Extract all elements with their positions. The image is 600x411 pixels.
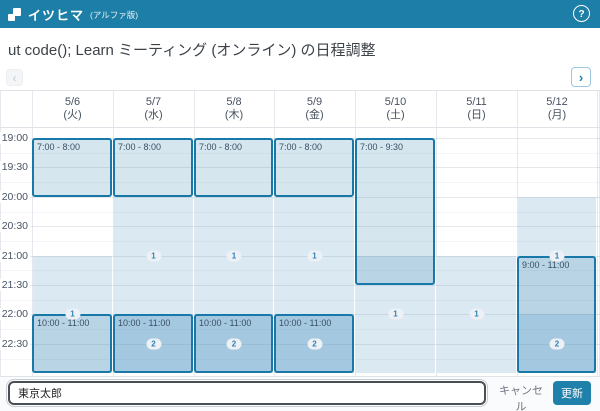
app-logo-icon	[7, 7, 22, 22]
time-label: 22:00	[0, 308, 30, 320]
day-header: 5/7(水)	[113, 90, 194, 127]
day-weekday: (金)	[305, 109, 323, 122]
grid-line	[597, 90, 598, 376]
grid-line	[0, 256, 600, 257]
selected-slot[interactable]: 7:00 - 8:00	[274, 138, 354, 197]
day-weekday: (水)	[144, 109, 162, 122]
page-title: ut code(); Learn ミーティング (オンライン) の日程調整	[8, 39, 376, 60]
day-header: 5/9(金)	[274, 90, 355, 127]
day-header: 5/12(月)	[517, 90, 597, 127]
day-date: 5/6	[65, 96, 80, 109]
day-header: 5/6(火)	[32, 90, 113, 127]
availability-count-badge: 1	[227, 250, 242, 261]
availability-count-badge: 1	[65, 309, 80, 320]
time-label: 20:00	[0, 191, 30, 203]
selected-slot-label: 7:00 - 8:00	[196, 140, 271, 154]
availability-count-badge: 2	[227, 338, 242, 349]
day-date: 5/9	[307, 96, 322, 109]
availability-count-badge: 1	[469, 309, 484, 320]
selected-slot[interactable]: 7:00 - 8:00	[194, 138, 273, 197]
day-header: 5/10(土)	[355, 90, 436, 127]
day-header: 5/8(木)	[194, 90, 274, 127]
grid-line	[0, 212, 600, 213]
time-label: 21:00	[0, 250, 30, 262]
availability-count-badge: 1	[550, 250, 565, 261]
selected-slot[interactable]: 7:00 - 8:00	[32, 138, 112, 197]
cancel-button[interactable]: キャンセル	[492, 381, 550, 405]
day-date: 5/12	[546, 96, 567, 109]
grid-line	[0, 300, 600, 301]
grid-line	[0, 197, 600, 198]
day-weekday: (木)	[225, 109, 243, 122]
app-name: イツヒマ	[28, 5, 84, 24]
schedule-grid[interactable]: 5/6(火)5/7(水)5/8(木)5/9(金)5/10(土)5/11(日)5/…	[0, 90, 600, 376]
day-date: 5/7	[146, 96, 161, 109]
day-weekday: (日)	[467, 109, 485, 122]
selected-slot-label: 7:00 - 8:00	[276, 140, 352, 154]
time-label: 19:00	[0, 132, 30, 144]
grid-line	[0, 127, 600, 128]
selected-slot-label: 7:00 - 9:30	[357, 140, 433, 154]
selected-slot[interactable]: 9:00 - 11:00	[517, 256, 596, 373]
grid-line	[0, 270, 600, 271]
day-header: 5/11(日)	[436, 90, 517, 127]
selected-slot-label: 10:00 - 11:00	[115, 316, 191, 330]
selected-slot-label: 10:00 - 11:00	[196, 316, 271, 330]
participant-name-input[interactable]	[8, 381, 486, 405]
availability-count-badge: 2	[307, 338, 322, 349]
time-label: 21:30	[0, 279, 30, 291]
availability-count-badge: 1	[388, 309, 403, 320]
selected-slot[interactable]: 7:00 - 8:00	[113, 138, 193, 197]
app-window: イツヒマ (アルファ版) ? ut code(); Learn ミーティング (…	[0, 0, 600, 411]
grid-line	[0, 226, 600, 227]
day-date: 5/10	[385, 96, 406, 109]
appbar: イツヒマ (アルファ版) ?	[0, 0, 600, 28]
day-date: 5/8	[226, 96, 241, 109]
selected-slot-label: 7:00 - 8:00	[34, 140, 110, 154]
day-weekday: (月)	[548, 109, 566, 122]
selected-slot-label: 7:00 - 8:00	[115, 140, 191, 154]
day-weekday: (土)	[386, 109, 404, 122]
availability-count-badge: 1	[307, 250, 322, 261]
grid-line	[0, 241, 600, 242]
availability-count-badge: 2	[550, 338, 565, 349]
time-label: 19:30	[0, 161, 30, 173]
selected-slot[interactable]: 10:00 - 11:00	[32, 314, 112, 373]
grid-line	[0, 285, 600, 286]
prev-week-button[interactable]: ‹	[6, 69, 23, 86]
update-button[interactable]: 更新	[553, 381, 591, 405]
footer-bar: キャンセル 更新	[0, 376, 600, 411]
time-label: 22:30	[0, 338, 30, 350]
help-icon[interactable]: ?	[573, 5, 590, 22]
time-label: 20:30	[0, 220, 30, 232]
selected-slot-label: 10:00 - 11:00	[276, 316, 352, 330]
availability-count-badge: 2	[146, 338, 161, 349]
day-weekday: (火)	[63, 109, 81, 122]
availability-count-badge: 1	[146, 250, 161, 261]
selected-slot[interactable]: 7:00 - 9:30	[355, 138, 435, 285]
day-date: 5/11	[466, 96, 487, 109]
alpha-version-tag: (アルファ版)	[90, 9, 138, 21]
next-week-button[interactable]: ›	[571, 67, 591, 87]
